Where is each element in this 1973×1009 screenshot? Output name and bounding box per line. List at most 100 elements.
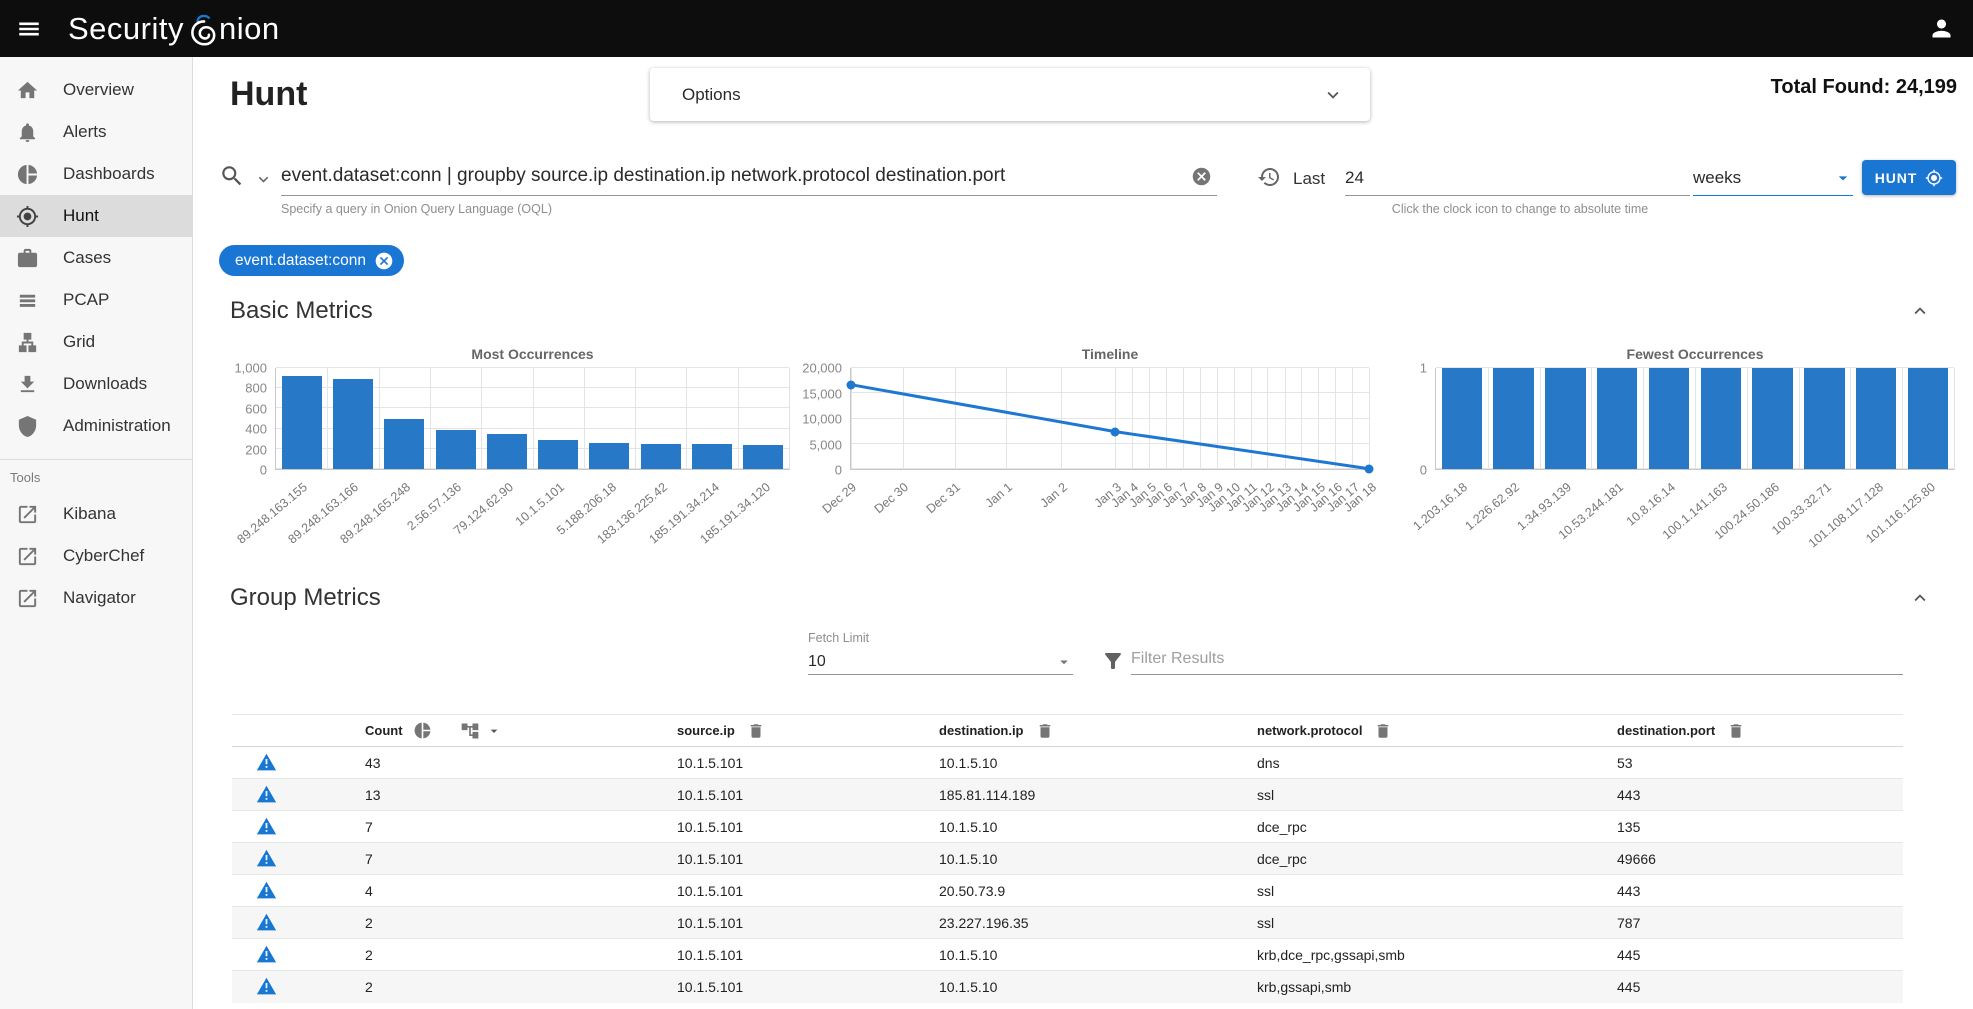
sidebar-item-navigator[interactable]: Navigator xyxy=(0,577,192,619)
bar[interactable] xyxy=(1908,368,1948,469)
table-row[interactable]: 710.1.5.10110.1.5.10dce_rpc135 xyxy=(232,811,1903,843)
sidebar-item-hunt[interactable]: Hunt xyxy=(0,195,192,237)
query-presets-chevron-icon[interactable] xyxy=(254,170,273,189)
bar[interactable] xyxy=(1597,368,1637,469)
sidebar-item-alerts[interactable]: Alerts xyxy=(0,111,192,153)
remove-filter-icon[interactable] xyxy=(374,251,394,271)
caret-down-icon xyxy=(1055,653,1073,671)
chart-title: Fewest Occurrences xyxy=(1435,346,1955,362)
bar[interactable] xyxy=(333,379,373,469)
warning-icon[interactable] xyxy=(256,976,277,997)
caret-down-icon[interactable] xyxy=(486,723,502,739)
sidebar-item-label: Dashboards xyxy=(63,164,155,184)
sidebar-item-administration[interactable]: Administration xyxy=(0,405,192,447)
filter-chip[interactable]: event.dataset:conn xyxy=(219,245,404,276)
hamburger-menu-button[interactable] xyxy=(0,16,58,42)
bar[interactable] xyxy=(282,376,322,469)
sidebar-item-pcap[interactable]: PCAP xyxy=(0,279,192,321)
column-header-count[interactable]: Count xyxy=(365,723,403,738)
trash-icon[interactable] xyxy=(1036,722,1054,740)
collapse-basic-metrics-icon[interactable] xyxy=(1909,300,1931,322)
user-account-button[interactable] xyxy=(1928,15,1955,42)
warning-icon[interactable] xyxy=(256,880,277,901)
query-input[interactable] xyxy=(281,157,1217,196)
sidebar-item-label: Navigator xyxy=(63,588,136,608)
table-row[interactable]: 210.1.5.10110.1.5.10krb,dce_rpc,gssapi,s… xyxy=(232,939,1903,971)
warning-icon[interactable] xyxy=(256,784,277,805)
sidebar-item-downloads[interactable]: Downloads xyxy=(0,363,192,405)
data-point[interactable] xyxy=(847,380,856,389)
sidebar-item-cyberchef[interactable]: CyberChef xyxy=(0,535,192,577)
column-header-network-protocol[interactable]: network.protocol xyxy=(1257,723,1362,738)
history-clock-icon[interactable] xyxy=(1257,165,1281,189)
data-point[interactable] xyxy=(1111,427,1120,436)
bar[interactable] xyxy=(538,440,578,469)
table-row[interactable]: 1310.1.5.101185.81.114.189ssl443 xyxy=(232,779,1903,811)
bar[interactable] xyxy=(1649,368,1689,469)
warning-icon[interactable] xyxy=(256,912,277,933)
warning-icon[interactable] xyxy=(256,816,277,837)
bar[interactable] xyxy=(1442,368,1482,469)
sidebar-item-dashboards[interactable]: Dashboards xyxy=(0,153,192,195)
trash-icon[interactable] xyxy=(747,722,765,740)
column-header-source-ip[interactable]: source.ip xyxy=(677,723,735,738)
onion-logo-icon xyxy=(188,14,218,48)
warning-icon[interactable] xyxy=(256,752,277,773)
download-icon xyxy=(16,373,39,396)
group-metrics-table: Count source.ip destination.ip ne xyxy=(232,714,1903,1003)
groupby-icon[interactable] xyxy=(460,721,480,741)
y-axis: 01 xyxy=(1390,368,1427,470)
x-tick-label: 1.226.62.92 xyxy=(1462,480,1522,533)
sidebar-item-label: Downloads xyxy=(63,374,147,394)
options-expander[interactable]: Options xyxy=(650,68,1370,121)
query-hint: Specify a query in Onion Query Language … xyxy=(281,202,552,216)
open-in-new-icon xyxy=(16,587,39,610)
table-row[interactable]: 4310.1.5.10110.1.5.10dns53 xyxy=(232,747,1903,779)
table-row[interactable]: 410.1.5.10120.50.73.9ssl443 xyxy=(232,875,1903,907)
table-row[interactable]: 710.1.5.10110.1.5.10dce_rpc49666 xyxy=(232,843,1903,875)
trash-icon[interactable] xyxy=(1374,722,1392,740)
data-point[interactable] xyxy=(1365,464,1374,473)
bar[interactable] xyxy=(692,444,732,469)
bar[interactable] xyxy=(384,419,424,469)
bar[interactable] xyxy=(641,444,681,469)
crosshair-icon xyxy=(16,205,39,228)
chart-timeline: Timeline 05,00010,00015,00020,000 Dec 29… xyxy=(805,346,1370,586)
sidebar-item-kibana[interactable]: Kibana xyxy=(0,493,192,535)
sidebar-item-cases[interactable]: Cases xyxy=(0,237,192,279)
fetch-limit-select[interactable]: 10 xyxy=(808,649,1073,675)
open-in-new-icon xyxy=(16,545,39,568)
sidebar-item-overview[interactable]: Overview xyxy=(0,69,192,111)
bar[interactable] xyxy=(436,430,476,469)
bar[interactable] xyxy=(1701,368,1741,469)
time-value-input[interactable] xyxy=(1345,161,1690,196)
total-found: Total Found: 24,199 xyxy=(1771,76,1957,99)
column-header-destination-ip[interactable]: destination.ip xyxy=(939,723,1024,738)
hunt-button[interactable]: HUNT xyxy=(1862,160,1956,195)
warning-icon[interactable] xyxy=(256,944,277,965)
bar[interactable] xyxy=(1752,368,1792,469)
bar[interactable] xyxy=(1856,368,1896,469)
table-row[interactable]: 210.1.5.10110.1.5.10krb,gssapi,smb445 xyxy=(232,971,1903,1003)
trash-icon[interactable] xyxy=(1727,722,1745,740)
bar[interactable] xyxy=(589,443,629,469)
pie-chart-icon[interactable] xyxy=(413,721,432,740)
bar[interactable] xyxy=(1804,368,1844,469)
collapse-group-metrics-icon[interactable] xyxy=(1909,587,1931,609)
column-header-destination-port[interactable]: destination.port xyxy=(1617,723,1715,738)
filter-results-input[interactable] xyxy=(1131,643,1903,675)
sidebar-item-label: Overview xyxy=(63,80,134,100)
bar[interactable] xyxy=(1493,368,1533,469)
sidebar-item-grid[interactable]: Grid xyxy=(0,321,192,363)
bar[interactable] xyxy=(1545,368,1585,469)
top-app-bar: Security nion xyxy=(0,0,1973,57)
bar[interactable] xyxy=(743,445,783,469)
bar[interactable] xyxy=(487,434,527,469)
clear-query-icon[interactable] xyxy=(1191,166,1212,187)
sidebar-divider xyxy=(0,459,192,460)
time-unit-select[interactable]: weeks xyxy=(1693,161,1853,196)
warning-icon[interactable] xyxy=(256,848,277,869)
lines-icon xyxy=(16,289,39,312)
x-tick-label: Jan 1 xyxy=(983,480,1015,510)
table-row[interactable]: 210.1.5.10123.227.196.35ssl787 xyxy=(232,907,1903,939)
